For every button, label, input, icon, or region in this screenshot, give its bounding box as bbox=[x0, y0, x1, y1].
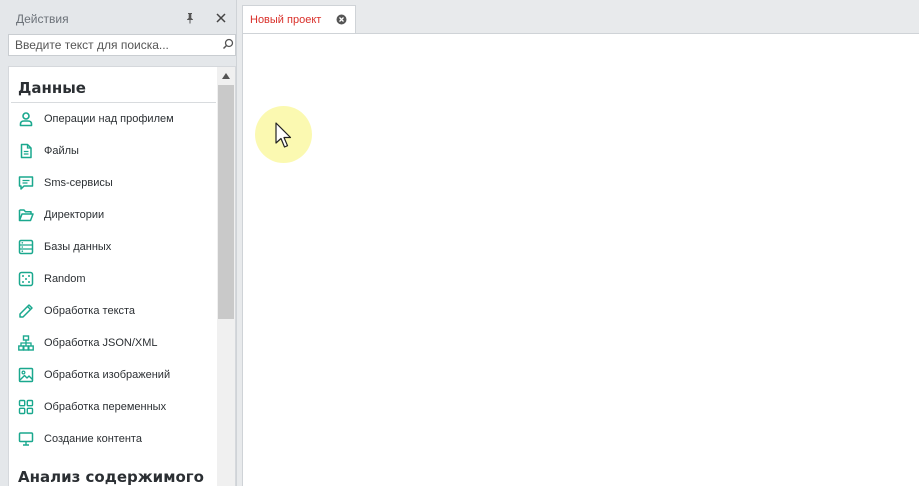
search-box bbox=[8, 34, 236, 56]
action-label: Обработка переменных bbox=[44, 401, 167, 413]
app-window: Действия Данные О bbox=[0, 0, 919, 486]
group-divider bbox=[11, 102, 216, 103]
mouse-cursor-icon bbox=[275, 122, 292, 148]
search-icon[interactable] bbox=[222, 38, 234, 50]
group-title-content-analysis: Анализ содержимого bbox=[18, 468, 204, 486]
folder-icon bbox=[18, 209, 34, 222]
panel-title: Действия bbox=[16, 12, 69, 26]
actions-list: Данные Операции над профилем Файлы Sms-с… bbox=[8, 66, 236, 486]
action-variable-processing[interactable]: Обработка переменных bbox=[11, 393, 216, 421]
tab-bar: Новый проект bbox=[238, 0, 919, 33]
actions-panel: Действия Данные О bbox=[0, 0, 237, 486]
action-random[interactable]: Random bbox=[11, 265, 216, 293]
database-icon bbox=[18, 239, 34, 255]
close-icon[interactable] bbox=[214, 11, 228, 25]
hierarchy-icon bbox=[18, 335, 34, 351]
action-label: Sms-сервисы bbox=[44, 177, 113, 189]
action-profile-operations[interactable]: Операции над профилем bbox=[11, 105, 216, 133]
action-label: Обработка текста bbox=[44, 305, 136, 317]
action-json-xml[interactable]: Обработка JSON/XML bbox=[11, 329, 216, 357]
file-icon bbox=[20, 143, 32, 159]
action-label: Random bbox=[44, 273, 86, 285]
monitor-icon bbox=[18, 432, 34, 446]
action-label: Базы данных bbox=[44, 241, 112, 253]
action-label: Обработка изображений bbox=[44, 369, 171, 381]
pin-icon[interactable] bbox=[184, 12, 196, 24]
search-input[interactable] bbox=[9, 35, 215, 55]
group-title-data: Данные bbox=[18, 79, 86, 97]
action-label: Директории bbox=[44, 209, 105, 221]
action-label: Обработка JSON/XML bbox=[44, 337, 158, 349]
message-icon bbox=[18, 176, 34, 190]
project-canvas[interactable] bbox=[242, 33, 919, 486]
pencil-icon bbox=[19, 304, 33, 318]
tab-close-icon[interactable] bbox=[336, 14, 347, 25]
action-sms-services[interactable]: Sms-сервисы bbox=[11, 169, 216, 197]
action-databases[interactable]: Базы данных bbox=[11, 233, 216, 261]
scroll-up-arrow-icon[interactable] bbox=[222, 73, 230, 79]
dice-icon bbox=[18, 271, 34, 287]
action-label: Создание контента bbox=[44, 433, 142, 445]
user-icon bbox=[19, 112, 33, 127]
action-directories[interactable]: Директории bbox=[11, 201, 216, 229]
action-files[interactable]: Файлы bbox=[11, 137, 216, 165]
image-icon bbox=[18, 367, 34, 383]
action-content-creation[interactable]: Создание контента bbox=[11, 425, 216, 453]
list-scrollbar[interactable] bbox=[217, 67, 235, 486]
action-image-processing[interactable]: Обработка изображений bbox=[11, 361, 216, 389]
action-text-processing[interactable]: Обработка текста bbox=[11, 297, 216, 325]
scroll-thumb[interactable] bbox=[218, 85, 234, 319]
action-label: Операции над профилем bbox=[44, 113, 174, 125]
grid-icon bbox=[18, 399, 34, 415]
panel-header: Действия bbox=[0, 0, 237, 34]
tab-label: Новый проект bbox=[250, 14, 322, 26]
tab-new-project[interactable]: Новый проект bbox=[242, 5, 356, 33]
action-label: Файлы bbox=[44, 145, 79, 157]
